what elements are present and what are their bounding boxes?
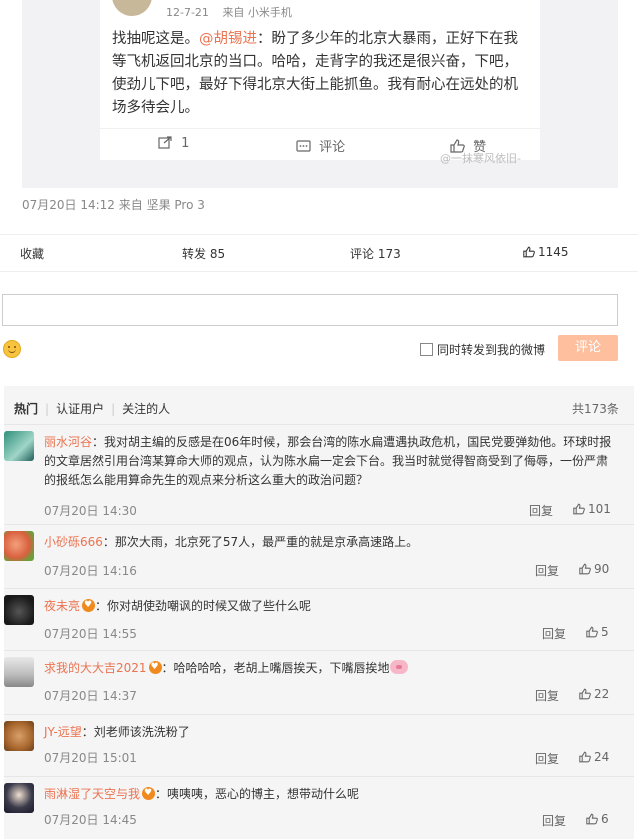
pig-emoji-icon — [389, 660, 408, 674]
comment-like-button[interactable]: 24 — [579, 750, 609, 764]
comment-body: 夜未亮 ：你对胡使劲嘲讽的时候又做了些什么呢 — [44, 596, 619, 616]
comment-item: 雨淋湿了天空与我 ：咦咦咦，恶心的博主，想带动什么呢 07月20日 14:45 回… — [4, 776, 634, 839]
emoji-icon[interactable] — [3, 340, 21, 358]
user-avatar[interactable] — [4, 783, 34, 813]
comment-time: 07月20日 14:16 — [44, 564, 137, 578]
original-post-source: 来自 小米手机 — [222, 6, 292, 19]
comment-body: 丽水河谷：我对胡主编的反感是在06年时候，那会台湾的陈水扁遭遇执政危机，国民党要… — [44, 433, 619, 490]
comment-username[interactable]: 夜未亮 — [44, 599, 80, 613]
comment-text: ：哈哈哈哈，老胡上嘴唇挨天，下嘴唇挨地 — [161, 661, 390, 675]
user-avatar[interactable] — [4, 431, 34, 461]
comment-item: 求我的大大吉2021 ：哈哈哈哈，老胡上嘴唇挨天，下嘴唇挨地 07月20日 14:… — [4, 650, 634, 713]
post-meta: 07月20日 14:12 来自 坚果 Pro 3 — [22, 198, 205, 212]
vip-badge-icon — [82, 596, 96, 615]
weibo-post-detail: 12-7-21 来自 小米手机 找抽呢这是。@胡锡进：盼了多少年的北京大暴雨，正… — [0, 0, 638, 839]
comment-text: ：咦咦咦，恶心的博主，想带动什么呢 — [155, 787, 360, 801]
comment-like-button[interactable]: 101 — [573, 502, 611, 516]
comment-username[interactable]: 雨淋湿了天空与我 — [44, 787, 140, 801]
submit-comment-button[interactable]: 评论 — [558, 335, 618, 361]
comment-like-count: 90 — [594, 562, 610, 576]
reply-button[interactable]: 回复 — [535, 750, 559, 767]
like-count: 1145 — [538, 245, 569, 259]
reply-button[interactable]: 回复 — [542, 812, 566, 829]
comment-text: ：你对胡使劲嘲讽的时候又做了些什么呢 — [95, 599, 312, 613]
comment-total: 共173条 — [572, 402, 619, 416]
comment-button[interactable]: 评论 173 — [350, 245, 401, 262]
thumbs-up-icon — [579, 751, 591, 763]
comment-item: 夜未亮 ：你对胡使劲嘲讽的时候又做了些什么呢 07月20日 14:55 回复 5 — [4, 588, 634, 649]
comment-text: ：刘老师该洗洗粉了 — [81, 725, 190, 739]
comment-like-button[interactable]: 90 — [579, 562, 609, 576]
user-avatar[interactable] — [4, 531, 34, 561]
comment-body: 求我的大大吉2021 ：哈哈哈哈，老胡上嘴唇挨天，下嘴唇挨地 — [44, 658, 619, 678]
comment-like-button[interactable]: 6 — [586, 812, 609, 826]
comment-like-count: 5 — [601, 625, 609, 639]
comment-body: 雨淋湿了天空与我 ：咦咦咦，恶心的博主，想带动什么呢 — [44, 784, 619, 804]
reply-button[interactable]: 回复 — [529, 502, 553, 519]
original-comment-button[interactable]: 评论 — [296, 136, 345, 155]
comment-time: 07月20日 14:30 — [44, 504, 137, 518]
user-avatar[interactable] — [4, 595, 34, 625]
comment-like-count: 101 — [588, 502, 611, 516]
thumbs-up-icon — [523, 246, 535, 258]
comment-item: JY-远望：刘老师该洗洗粉了 07月20日 15:01 回复 24 — [4, 714, 634, 775]
comment-username[interactable]: 小砂砾666 — [44, 535, 103, 549]
comment-like-button[interactable]: 5 — [586, 625, 609, 639]
repost-button[interactable]: 转发 85 — [182, 245, 225, 262]
favorite-button[interactable]: 收藏 — [20, 245, 44, 262]
vip-badge-icon — [142, 784, 156, 803]
tab-hot[interactable]: 热门 — [14, 400, 38, 417]
comment-text: ：我对胡主编的反感是在06年时候，那会台湾的陈水扁遭遇执政危机，国民党要弹劾他。… — [44, 435, 612, 487]
comment-icon — [296, 140, 315, 155]
reply-button[interactable]: 回复 — [535, 687, 559, 704]
comment-item: 小砂砾666：那次大雨，北京死了57人，最严重的就是京承高速路上。 07月20日… — [4, 524, 634, 587]
also-repost-label: 同时转发到我的微博 — [437, 343, 546, 357]
thumbs-up-icon — [586, 813, 598, 825]
comment-tabs: 热门 | 认证用户 | 关注的人 — [14, 400, 171, 417]
original-share-button[interactable]: 1 — [158, 136, 189, 151]
comment-username[interactable]: 丽水河谷 — [44, 435, 92, 449]
original-post-meta: 12-7-21 来自 小米手机 — [166, 4, 302, 20]
tab-following[interactable]: 关注的人 — [122, 400, 170, 417]
user-avatar[interactable] — [4, 657, 34, 687]
reply-button[interactable]: 回复 — [535, 562, 559, 579]
original-post-text: 找抽呢这是。@胡锡进：盼了多少年的北京大暴雨，正好下在我等飞机返回北京的当口。哈… — [112, 28, 530, 120]
vip-badge-icon — [148, 658, 162, 677]
watermark-text: @一抹寒风依旧- — [440, 152, 521, 165]
comment-like-button[interactable]: 22 — [579, 687, 609, 701]
thumbs-up-icon — [579, 688, 591, 700]
comment-time: 07月20日 15:01 — [44, 751, 137, 765]
comment-time: 07月20日 14:37 — [44, 689, 137, 703]
comment-body: 小砂砾666：那次大雨，北京死了57人，最严重的就是京承高速路上。 — [44, 533, 619, 552]
share-count: 1 — [181, 136, 190, 151]
thumbs-up-icon — [573, 503, 585, 515]
user-avatar[interactable] — [4, 721, 34, 751]
comment-username[interactable]: JY-远望 — [44, 725, 82, 739]
comment-time: 07月20日 14:55 — [44, 627, 137, 641]
original-post-date[interactable]: 12-7-21 — [166, 6, 209, 19]
comment-label: 评论 — [319, 140, 346, 155]
thumbs-up-icon — [579, 563, 591, 575]
share-icon — [158, 136, 177, 151]
original-text-prefix: 找抽呢这是。 — [112, 31, 199, 47]
post-action-bar: 收藏 转发 85 评论 173 1145 — [0, 234, 638, 272]
comment-like-count: 6 — [601, 812, 609, 826]
tab-verified[interactable]: 认证用户 — [56, 400, 104, 417]
reply-button[interactable]: 回复 — [542, 625, 566, 642]
comment-like-count: 24 — [594, 750, 610, 764]
thumbs-up-icon — [586, 626, 598, 638]
also-repost-checkbox[interactable] — [420, 343, 433, 356]
comment-username[interactable]: 求我的大大吉2021 — [44, 661, 147, 675]
comment-text: ：那次大雨，北京死了57人，最严重的就是京承高速路上。 — [102, 535, 419, 549]
like-button[interactable]: 1145 — [523, 245, 569, 259]
comment-time: 07月20日 14:45 — [44, 813, 137, 827]
mention-link[interactable]: @胡锡进 — [199, 31, 257, 47]
comment-body: JY-远望：刘老师该洗洗粉了 — [44, 723, 619, 742]
comment-item: 丽水河谷：我对胡主编的反感是在06年时候，那会台湾的陈水扁遭遇执政危机，国民党要… — [4, 424, 634, 523]
comment-like-count: 22 — [594, 687, 610, 701]
comment-input[interactable] — [2, 294, 618, 326]
